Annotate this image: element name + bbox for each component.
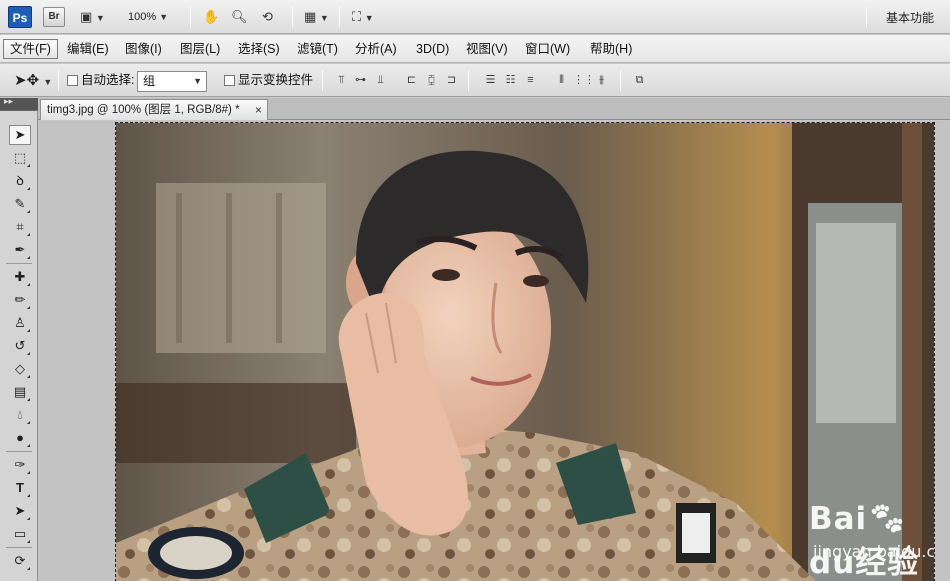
chevron-down-icon: ▼ xyxy=(193,76,202,86)
blur-tool-icon[interactable]: 💧︎ xyxy=(9,405,31,425)
divider xyxy=(468,70,469,91)
zoom-level: 100% xyxy=(128,11,157,23)
options-bar: ➤✥ ▼ 自动选择: 组 ▼ 显示变换控件 ⫪ ⊶ ⫫ ⊏ ⧮ ⊐ ☰ ☷ ≡ … xyxy=(0,64,950,97)
auto-select-dropdown[interactable]: 组 ▼ xyxy=(137,71,207,92)
divider xyxy=(292,7,293,27)
auto-select-label: 自动选择: xyxy=(81,73,135,87)
menu-filter[interactable]: 滤镜(T) xyxy=(291,39,344,59)
align-left-icon[interactable]: ⊏ xyxy=(403,72,420,89)
align-vertical-center-icon[interactable]: ⊶ xyxy=(352,72,369,89)
move-tool-icon[interactable]: ➤ xyxy=(9,125,31,145)
distribute-right-icon[interactable]: ⫵ xyxy=(593,72,610,89)
document-tab-title: timg3.jpg @ 100% (图层 1, RGB/8#) * xyxy=(47,104,240,116)
distribute-vertical-center-icon[interactable]: ☷ xyxy=(502,72,519,89)
screen-mode-icon[interactable]: ⛶ ▼ xyxy=(352,8,374,26)
divider xyxy=(339,7,340,27)
canvas-area[interactable]: Bai🐾︎du经验 jingyan.baidu.com xyxy=(38,121,950,581)
menu-edit[interactable]: 编辑(E) xyxy=(61,39,115,59)
shape-tool-icon[interactable]: ▭ xyxy=(9,524,31,544)
tools-panel: ➤ ⬚ ꝺ ✎ ⌗ ✒ ✚ ✏ ♙ ↺ ◇ ▤ 💧︎ ● ✑ T ➤ ▭ ⟳ xyxy=(0,110,38,581)
menu-file[interactable]: 文件(F) xyxy=(3,39,58,59)
auto-align-layers-icon[interactable]: ⧉ xyxy=(631,72,648,89)
menu-window[interactable]: 窗口(W) xyxy=(519,39,576,59)
bridge-button[interactable]: Br xyxy=(43,7,65,27)
watermark-brand: Bai xyxy=(809,501,868,537)
menu-image[interactable]: 图像(I) xyxy=(119,39,168,59)
watermark-url: jingyan.baidu.com xyxy=(813,542,934,561)
auto-select-value: 组 xyxy=(143,74,156,88)
menu-help[interactable]: 帮助(H) xyxy=(584,39,638,59)
dodge-tool-icon[interactable]: ● xyxy=(9,428,31,448)
tools-panel-header[interactable]: ▸▸ xyxy=(0,96,38,110)
rotate-view-icon[interactable]: ⟲ xyxy=(262,8,273,26)
clone-stamp-tool-icon[interactable]: ♙ xyxy=(9,313,31,333)
close-icon[interactable]: × xyxy=(255,100,262,120)
move-tool-preset-icon[interactable]: ➤✥ ▼ xyxy=(14,71,52,89)
divider xyxy=(322,70,323,91)
show-transform-label: 显示变换控件 xyxy=(238,73,314,87)
zoom-tool-icon[interactable]: 🔍︎ xyxy=(231,8,248,26)
menu-layer[interactable]: 图层(L) xyxy=(174,39,226,59)
distribute-top-icon[interactable]: ☰ xyxy=(482,72,499,89)
menu-analysis[interactable]: 分析(A) xyxy=(349,39,403,59)
baidu-watermark: Bai🐾︎du经验 jingyan.baidu.com xyxy=(809,500,934,581)
menu-select[interactable]: 选择(S) xyxy=(232,39,286,59)
align-bottom-icon[interactable]: ⫫ xyxy=(372,72,389,89)
align-horizontal-center-icon[interactable]: ⧮ xyxy=(423,72,440,89)
menu-bar: 文件(F) 编辑(E) 图像(I) 图层(L) 选择(S) 滤镜(T) 分析(A… xyxy=(0,35,950,63)
divider xyxy=(58,70,59,91)
eyedropper-tool-icon[interactable]: ✒ xyxy=(9,240,31,260)
zoom-level-dropdown[interactable]: 100% ▼ xyxy=(128,8,168,26)
divider xyxy=(6,263,32,264)
gradient-tool-icon[interactable]: ▤ xyxy=(9,382,31,402)
divider xyxy=(6,547,32,548)
distribute-bottom-icon[interactable]: ≡ xyxy=(522,72,539,89)
divider xyxy=(6,451,32,452)
align-right-icon[interactable]: ⊐ xyxy=(443,72,460,89)
healing-brush-tool-icon[interactable]: ✚ xyxy=(9,267,31,287)
auto-select-checkbox[interactable] xyxy=(67,75,78,86)
divider xyxy=(620,70,621,91)
document-tab-strip: timg3.jpg @ 100% (图层 1, RGB/8#) * × xyxy=(38,98,950,120)
show-transform-checkbox[interactable] xyxy=(224,75,235,86)
align-top-icon[interactable]: ⫪ xyxy=(333,72,350,89)
application-bar: Ps Br ▣ ▼ 100% ▼ ✋ 🔍︎ ⟲ ▦ ▼ ⛶ ▼ 基本功能 xyxy=(0,0,950,34)
workspace-switcher[interactable]: 基本功能 xyxy=(886,9,934,26)
collapse-icon: ▸▸ xyxy=(4,96,14,106)
divider xyxy=(866,7,867,27)
path-selection-tool-icon[interactable]: ➤ xyxy=(9,501,31,521)
marquee-tool-icon[interactable]: ⬚ xyxy=(9,148,31,168)
photoshop-logo[interactable]: Ps xyxy=(8,6,32,28)
document-image[interactable]: Bai🐾︎du经验 jingyan.baidu.com xyxy=(115,122,935,581)
3d-rotate-tool-icon[interactable]: ⟳ xyxy=(9,551,31,571)
lasso-tool-icon[interactable]: ꝺ xyxy=(9,171,31,191)
divider xyxy=(190,7,191,27)
type-tool-icon[interactable]: T xyxy=(9,478,31,498)
arrange-documents-icon[interactable]: ▦ ▼ xyxy=(304,8,329,26)
pen-tool-icon[interactable]: ✑ xyxy=(9,455,31,475)
menu-view[interactable]: 视图(V) xyxy=(460,39,514,59)
document-tab[interactable]: timg3.jpg @ 100% (图层 1, RGB/8#) * × xyxy=(40,99,268,120)
view-extras-icon[interactable]: ▣ ▼ xyxy=(80,8,105,26)
paw-icon: 🐾︎ xyxy=(867,501,908,537)
brush-tool-icon[interactable]: ✏ xyxy=(9,290,31,310)
hand-tool-icon[interactable]: ✋ xyxy=(203,8,219,26)
eraser-tool-icon[interactable]: ◇ xyxy=(9,359,31,379)
distribute-horizontal-center-icon[interactable]: ⋮⋮ xyxy=(573,72,595,89)
quick-selection-tool-icon[interactable]: ✎ xyxy=(9,194,31,214)
distribute-left-icon[interactable]: ⫴ xyxy=(553,72,570,89)
crop-tool-icon[interactable]: ⌗ xyxy=(9,217,31,237)
history-brush-tool-icon[interactable]: ↺ xyxy=(9,336,31,356)
menu-3d[interactable]: 3D(D) xyxy=(410,39,455,59)
